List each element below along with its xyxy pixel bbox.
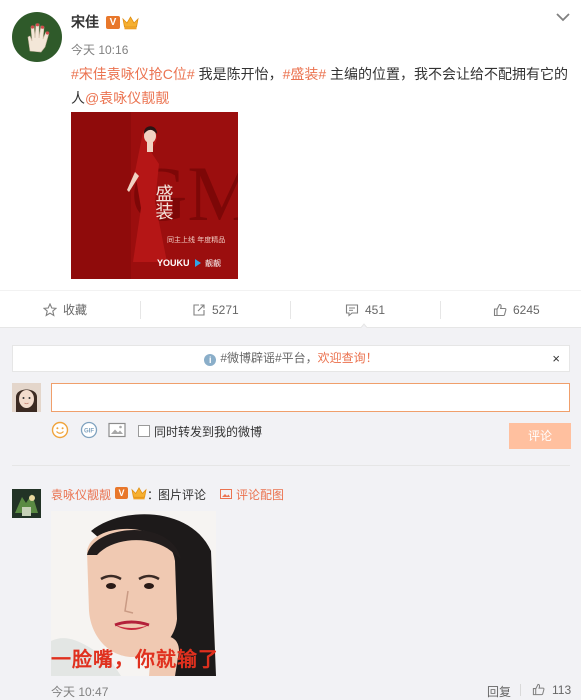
repost-checkbox-label[interactable]: 同时转发到我的微博	[154, 423, 262, 440]
vip-crown-icon[interactable]	[131, 486, 147, 500]
poster-brand: YOUKU	[157, 258, 190, 268]
favorite-label: 收藏	[63, 303, 88, 317]
user-avatar[interactable]	[12, 383, 41, 412]
author-avatar[interactable]	[12, 12, 62, 62]
rumor-link[interactable]: 欢迎查询！	[318, 351, 378, 365]
gif-icon[interactable]: GIF	[80, 421, 98, 439]
thumbs-up-icon[interactable]	[532, 683, 545, 696]
comment-input[interactable]	[51, 383, 570, 412]
comment-divider	[12, 465, 570, 466]
verified-badge: V	[106, 16, 120, 29]
thumbs-up-icon	[493, 303, 507, 317]
comment-time: 今天 10:47	[51, 685, 109, 699]
action-divider	[440, 301, 441, 319]
comment-action-divider	[520, 684, 521, 696]
commenter-avatar-image	[12, 489, 41, 518]
comment-like-count: 113	[552, 683, 572, 697]
comment-photo[interactable]: 一脸嘴，你就输了	[51, 511, 216, 676]
chevron-down-icon[interactable]	[556, 12, 570, 22]
action-divider	[290, 301, 291, 319]
action-bar: 收藏 5271 451 6245	[0, 290, 581, 330]
submit-comment-button[interactable]: 评论	[509, 423, 571, 449]
poster-graphic: GM 盛装 同主上线 年度精品 YOUKU 靓靓	[71, 112, 238, 279]
svg-text:GIF: GIF	[84, 429, 94, 435]
post-time[interactable]: 今天 10:16	[71, 41, 128, 58]
vip-crown-icon[interactable]	[122, 15, 139, 30]
comment-section: i #微博辟谣#平台，欢迎查询！ × GIF 同时转发到我的微博 评论 袁咏仪靓…	[0, 328, 581, 700]
verified-badge: V	[115, 487, 128, 499]
topic-link[interactable]: #宋佳袁咏仪抢C位#	[71, 66, 195, 82]
commenter-avatar[interactable]	[12, 489, 41, 518]
comment-picture-link[interactable]: 评论配图	[236, 486, 284, 503]
post-photo[interactable]: GM 盛装 同主上线 年度精品 YOUKU 靓靓	[71, 112, 238, 279]
comment-photo-caption: 一脸嘴，你就输了	[51, 649, 216, 671]
poster-line: 同主上线 年度精品	[167, 235, 225, 244]
repost-count: 5271	[212, 303, 239, 317]
close-icon[interactable]: ×	[552, 346, 560, 371]
action-divider	[140, 301, 141, 319]
image-icon[interactable]	[108, 422, 126, 438]
emoji-icon[interactable]	[51, 421, 69, 439]
post-text: #宋佳袁咏仪抢C位# 我是陈开怡，#盛装# 主编的位置，我不会让给不配拥有它的人…	[71, 62, 571, 110]
repost-checkbox[interactable]	[138, 425, 150, 437]
commenter-name[interactable]: 袁咏仪靓靓	[51, 486, 111, 503]
star-icon	[43, 303, 57, 317]
info-icon: i	[204, 354, 217, 366]
post-text-segment: 我是陈开怡，	[194, 66, 283, 82]
author-name[interactable]: 宋佳	[71, 12, 99, 32]
rumor-text: #微博辟谣#平台，	[220, 351, 318, 365]
picture-icon	[220, 489, 232, 499]
user-avatar-image	[12, 383, 41, 412]
hand-icon	[27, 23, 50, 53]
repost-icon	[193, 304, 205, 316]
reply-button[interactable]: 回复	[487, 683, 511, 700]
comment-text: 图片评论	[158, 488, 207, 502]
poster-brand-2: 靓靓	[205, 258, 221, 268]
comment-icon	[345, 304, 359, 317]
rumor-notice: i #微博辟谣#平台，欢迎查询！ ×	[12, 345, 570, 372]
like-count: 6245	[513, 303, 540, 317]
topic-link[interactable]: #盛装#	[283, 66, 327, 82]
poster-title: 盛装	[153, 184, 174, 220]
mention-link[interactable]: @袁咏仪靓靓	[85, 90, 169, 106]
